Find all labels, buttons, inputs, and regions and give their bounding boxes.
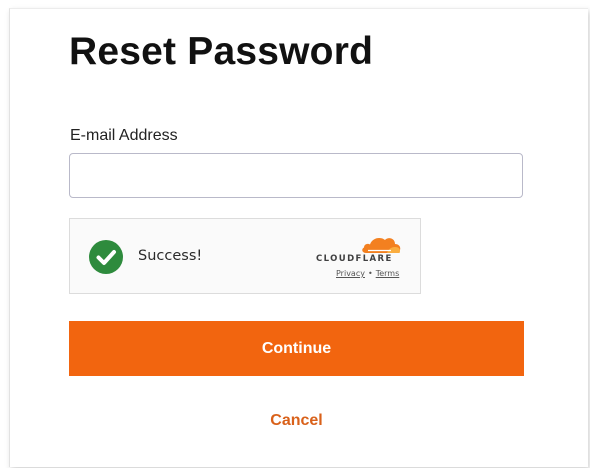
captcha-status-text: Success! xyxy=(138,248,203,264)
cloudflare-wordmark: CLOUDFLARE xyxy=(316,254,393,264)
check-circle-icon xyxy=(89,240,123,274)
continue-button[interactable]: Continue xyxy=(69,321,524,376)
cloudflare-links: Privacy • Terms xyxy=(336,269,399,278)
cloudflare-turnstile-widget: Success! CLOUDFLARE Privacy • Terms xyxy=(69,218,421,294)
page-title: Reset Password xyxy=(69,30,374,73)
privacy-link[interactable]: Privacy xyxy=(336,269,365,278)
terms-link[interactable]: Terms xyxy=(376,269,400,278)
link-separator: • xyxy=(367,269,373,278)
cancel-link[interactable]: Cancel xyxy=(69,412,524,430)
email-label: E-mail Address xyxy=(70,127,178,144)
email-field[interactable] xyxy=(69,153,523,198)
